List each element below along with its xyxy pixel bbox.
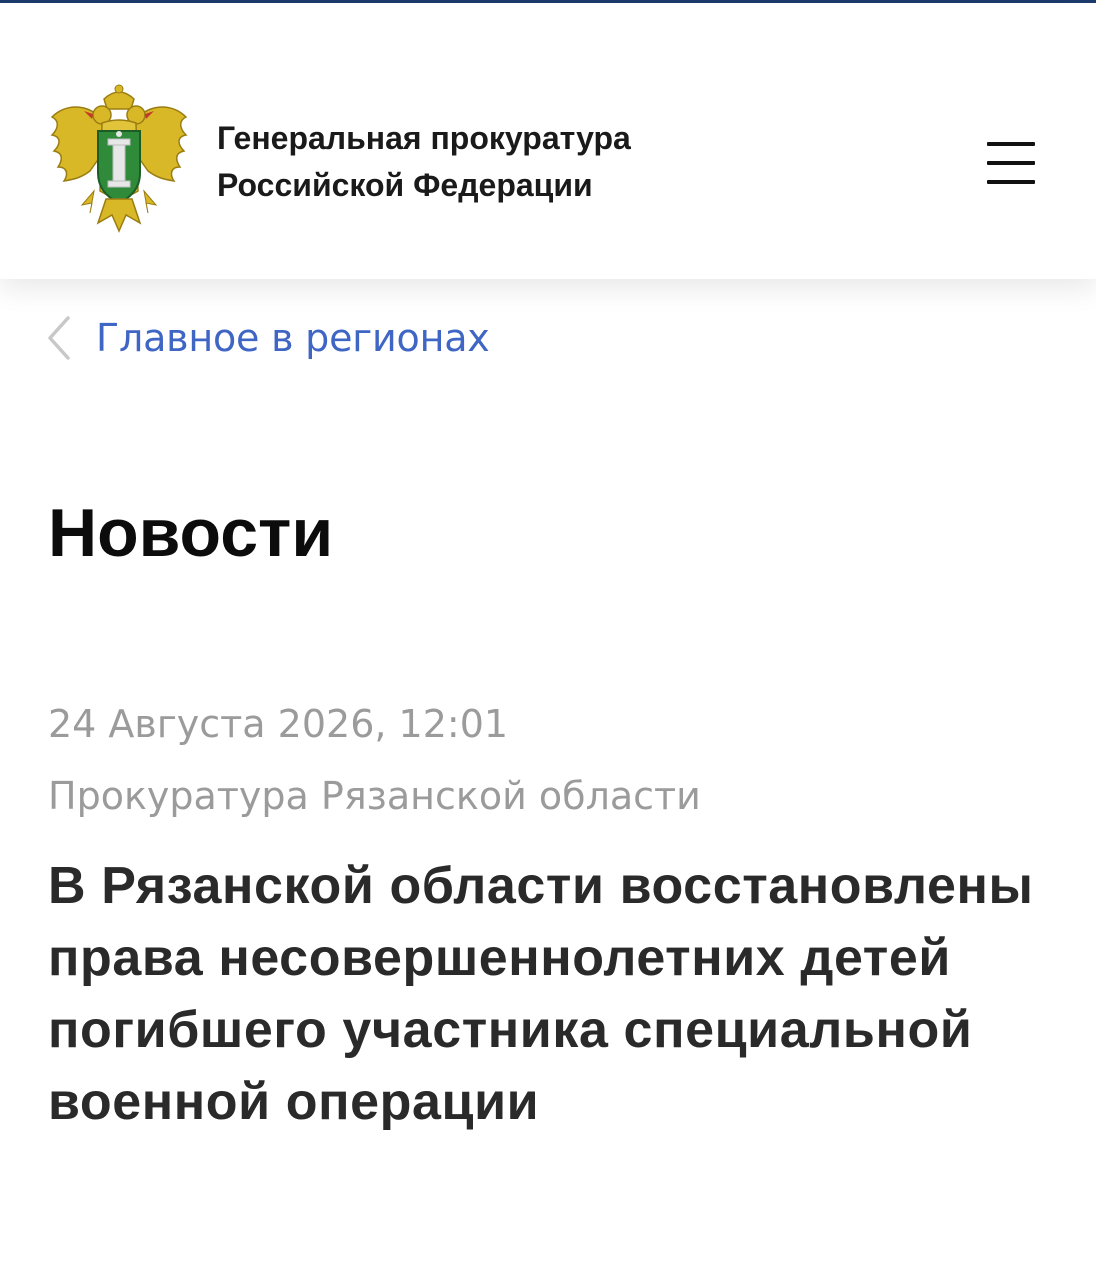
news-headline-link[interactable]: В Рязанской области восстановлены права … <box>48 850 1068 1138</box>
breadcrumb-back-link[interactable]: Главное в регионах <box>44 308 490 368</box>
prosecutor-emblem-icon[interactable] <box>46 81 192 237</box>
news-source: Прокуратура Рязанской области <box>48 774 701 818</box>
org-title[interactable]: Генеральная прокуратура Российской Федер… <box>217 115 777 209</box>
org-title-line1: Генеральная прокуратура <box>217 120 631 156</box>
news-date: 24 Августа 2026, 12:01 <box>48 702 509 746</box>
org-title-line2: Российской Федерации <box>217 167 593 203</box>
breadcrumb-label: Главное в регионах <box>96 316 490 360</box>
menu-bar <box>987 180 1035 184</box>
site-header: Генеральная прокуратура Российской Федер… <box>0 3 1096 279</box>
hamburger-menu-icon[interactable] <box>978 136 1042 192</box>
chevron-left-icon <box>48 316 70 360</box>
menu-bar <box>987 142 1035 146</box>
page-title: Новости <box>48 495 334 571</box>
menu-bar <box>987 161 1035 165</box>
